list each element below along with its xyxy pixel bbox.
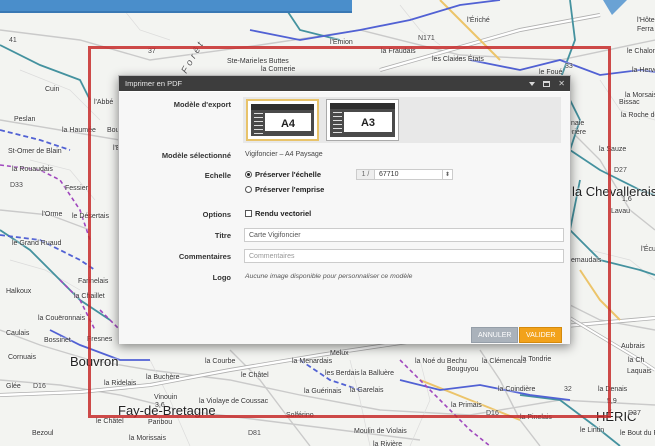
map-place-label: St-Omer de Blain [8,148,62,155]
map-place-label: 1,6 [622,196,632,203]
map-place-label: l'Écu [641,246,655,253]
scale-field[interactable]: 1 / 67710 ⬍ [356,169,453,180]
map-place-label: l'Hôte [637,17,655,24]
map-place-label: la Couëronnais [38,315,86,322]
map-place-label: la Ch [628,357,645,364]
map-place-label: le Grand Ruaud [12,240,62,247]
dialog-title: Imprimer en PDF [125,79,183,88]
titlebar-controls: ✕ [529,76,565,91]
logo-message: Aucune image disponible pour personnalis… [245,273,413,280]
comments-input[interactable]: Commentaires [244,249,564,263]
map-place-label: N171 [418,35,435,42]
map-place-label: Glée [6,383,21,390]
map-place-label: Halkoux [6,288,32,295]
map-place-label: D37 [628,410,641,417]
map-place-label: la Roche des [621,112,655,119]
map-place-label: Cornuais [8,354,37,361]
map-place-label: la Rouaudais [12,166,53,173]
model-a3-thumbnail: A3 [330,103,395,137]
map-place-label: l'Emion [330,39,353,46]
close-icon[interactable]: ✕ [558,79,565,88]
checkbox-icon[interactable] [245,210,252,217]
map-place-label: le Bout du Pavé [620,430,655,437]
maximize-icon[interactable] [543,80,551,87]
radio-checked-icon[interactable] [245,171,252,178]
model-a4-option[interactable]: A4 [246,99,319,141]
map-place-label: D16 [33,383,46,390]
map-place-label: l'Orme [42,211,63,218]
map-place-label: Aubrais [621,343,645,350]
validate-button[interactable]: VALIDER [519,327,563,343]
vector-render-checkbox[interactable]: Rendu vectoriel [245,209,311,218]
map-place-label: Laquais [627,368,652,375]
top-banner-strip [0,0,352,13]
title-input[interactable]: Carte Vigifoncier [244,228,564,242]
preserve-extent-text: Préserver l'emprise [255,185,325,194]
print-pdf-dialog: Imprimer en PDF ✕ Modèle d'export A4 A3 … [118,75,571,344]
map-place-label: la Morsais [625,92,655,99]
model-a4-thumbnail: A4 [251,104,314,136]
preserve-scale-radio[interactable]: Préserver l'échelle [245,170,321,179]
map-place-label: le Châtel [96,418,124,425]
map-place-label: Moulin de Violais [354,428,407,435]
radio-unchecked-icon[interactable] [245,186,252,193]
map-place-label: D27 [614,167,627,174]
dialog-titlebar[interactable]: Imprimer en PDF ✕ [119,76,570,91]
preserve-scale-text: Préserver l'échelle [255,170,321,179]
comments-label: Commentaires [178,252,231,261]
scale-stepper-icon[interactable]: ⬍ [442,170,452,179]
map-place-label: Bossinet [44,337,71,344]
map-place-label: Caulais [6,330,30,337]
model-a3-label: A3 [360,117,376,129]
selected-model-value: Vigifoncier – A4 Paysage [245,151,323,158]
map-place-label: Fessier [65,185,88,192]
dialog-body: Modèle d'export A4 A3 Modèle sélectionné… [119,92,570,344]
map-place-label: l'Ériché [467,17,490,24]
model-a4-label: A4 [280,118,296,130]
export-model-label: Modèle d'export [173,100,231,109]
map-place-label: la Hervoie [632,67,655,74]
map-place-label: la Rivière [373,441,403,446]
map-place-label: Paribou [148,419,173,426]
vector-render-text: Rendu vectoriel [255,209,312,218]
map-place-label: D33 [10,182,23,189]
options-label: Options [202,210,231,219]
map-place-label: Bissac [619,99,640,106]
model-a3-option[interactable]: A3 [326,99,399,141]
export-model-picker: A4 A3 [243,97,561,143]
map-place-label: le Lintin [580,427,605,434]
selected-model-label: Modèle sélectionné [161,151,231,160]
map-place-label: Cuin [45,86,60,93]
title-label: Titre [214,231,231,240]
map-place-label: Bezoul [32,430,54,437]
scale-label: Echelle [204,171,231,180]
cancel-button[interactable]: ANNULER [471,327,519,343]
map-place-label: 41 [9,37,17,44]
scale-prefix: 1 / [357,170,375,179]
map-place-label: Lavau [611,208,631,215]
map-place-label: Peslan [14,116,36,123]
map-place-label: la Morissais [129,435,166,442]
scale-input[interactable]: 67710 [375,171,442,178]
preserve-extent-radio[interactable]: Préserver l'emprise [245,185,324,194]
map-place-label: le Chalonge [627,48,655,55]
map-place-label: D81 [248,430,261,437]
map-place-label: Ferra [637,26,654,33]
logo-label: Logo [212,273,231,282]
collapse-caret-icon[interactable] [529,81,536,86]
